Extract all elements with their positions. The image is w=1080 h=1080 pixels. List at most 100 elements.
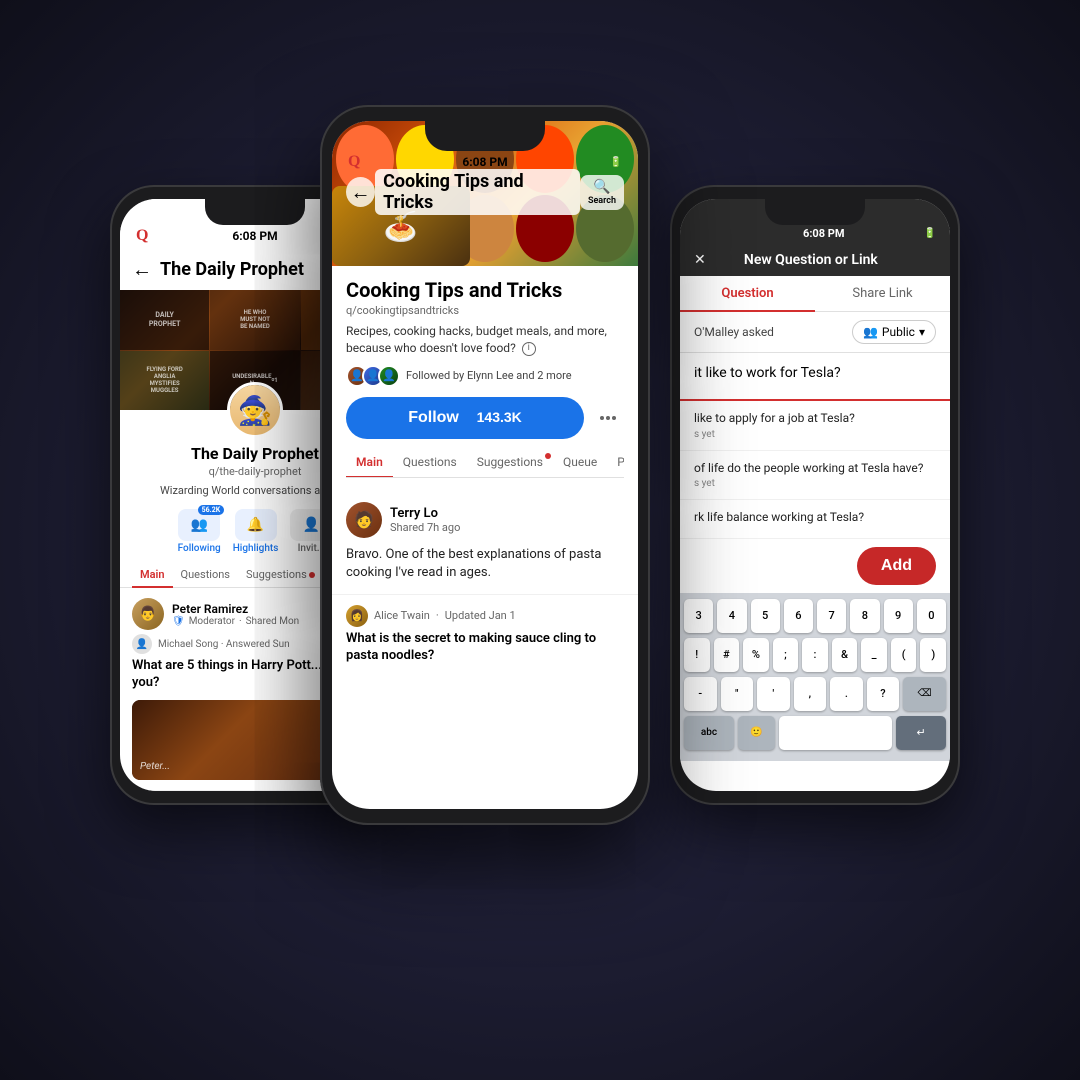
- shield-icon: 🛡: [172, 616, 185, 627]
- status-bar-center: Q 6:08 PM 🔋: [332, 121, 638, 175]
- key-amp[interactable]: &: [832, 638, 858, 672]
- search-button-center[interactable]: 🔍 Search: [580, 175, 624, 210]
- back-button-left[interactable]: ←: [132, 257, 152, 282]
- info-icon[interactable]: i: [522, 342, 536, 356]
- time-center: 6:08 PM: [462, 155, 507, 169]
- dot-separator: ·: [239, 616, 242, 627]
- peter-shared: Shared Mon: [246, 616, 300, 627]
- suggestions-dot: [309, 572, 315, 578]
- terry-avatar: 🧑: [346, 502, 382, 538]
- tab-suggestions-center[interactable]: Suggestions: [467, 447, 553, 477]
- terry-post-text: Bravo. One of the best explanations of p…: [346, 546, 624, 582]
- key-excl[interactable]: !: [684, 638, 710, 672]
- more-options-button[interactable]: [592, 408, 624, 428]
- dp-avatar-face: 🧙: [230, 385, 280, 435]
- peter-avatar: 👨: [132, 598, 164, 630]
- suggestion-2-meta: s yet: [694, 478, 936, 489]
- status-icons-right: 🔋: [924, 228, 936, 239]
- cover-cell-2: HE WHOMUST NOTBE NAMED: [210, 290, 299, 350]
- key-semi[interactable]: ;: [773, 638, 799, 672]
- space-key[interactable]: [779, 716, 892, 750]
- key-row-2: ! # % ; : & _ ( ): [684, 638, 946, 672]
- key-hash[interactable]: #: [714, 638, 740, 672]
- tab-main-left[interactable]: Main: [132, 562, 173, 587]
- key-under[interactable]: _: [861, 638, 887, 672]
- screen-center: Q 6:08 PM 🔋: [332, 121, 638, 809]
- key-9[interactable]: 9: [884, 599, 913, 633]
- people-icon: 👥: [863, 325, 878, 339]
- suggestion-3[interactable]: rk life balance working at Tesla?: [680, 500, 950, 539]
- ct-tabs: Main Questions Suggestions Queue People …: [346, 447, 624, 478]
- audience-selector[interactable]: 👥 Public ▾: [852, 320, 936, 344]
- ct-post-2: 👩 Alice Twain · Updated Jan 1 What is th…: [332, 595, 638, 675]
- tab-suggestions-left[interactable]: Suggestions: [238, 562, 323, 587]
- key-dquote[interactable]: ": [721, 677, 754, 711]
- phones-container: Q 6:08 PM 🔋 ← The Daily Prophet DAILYPRO…: [90, 65, 990, 1015]
- nq-asked-row: O'Malley asked 👥 Public ▾: [680, 312, 950, 353]
- time-left: 6:08 PM: [232, 229, 277, 243]
- key-rparen[interactable]: ): [920, 638, 946, 672]
- tab-questions-center[interactable]: Questions: [393, 447, 467, 477]
- key-question[interactable]: ?: [867, 677, 900, 711]
- michael-name: Michael Song: [158, 639, 218, 650]
- screen-right: 6:08 PM 🔋 ✕ New Question or Link Questio…: [680, 199, 950, 791]
- back-button-center[interactable]: ←: [346, 177, 375, 207]
- asked-by-text: O'Malley asked: [694, 325, 774, 339]
- abc-key[interactable]: abc: [684, 716, 734, 750]
- key-4[interactable]: 4: [717, 599, 746, 633]
- phone-center: Q 6:08 PM 🔋: [320, 105, 650, 825]
- key-0[interactable]: 0: [917, 599, 946, 633]
- return-key[interactable]: ↵: [896, 716, 946, 750]
- back-icon-center: ←: [351, 180, 371, 205]
- backspace-key[interactable]: ⌫: [903, 677, 946, 711]
- alice-updated: Updated Jan 1: [445, 609, 516, 622]
- ct-post-1: 🧑 Terry Lo Shared 7h ago Bravo. One of t…: [332, 490, 638, 595]
- terry-meta: Terry Lo Shared 7h ago: [390, 506, 460, 534]
- tab-queue-center[interactable]: Queue: [553, 447, 607, 477]
- tab-questions-left[interactable]: Questions: [173, 562, 238, 587]
- key-3[interactable]: 3: [684, 599, 713, 633]
- tab-main-center[interactable]: Main: [346, 447, 393, 477]
- close-button-right[interactable]: ✕: [694, 252, 706, 268]
- suggestion-2[interactable]: of life do the people working at Tesla h…: [680, 451, 950, 501]
- add-button[interactable]: Add: [857, 547, 936, 585]
- key-7[interactable]: 7: [817, 599, 846, 633]
- suggestions-tab-dot: [545, 453, 551, 459]
- key-period[interactable]: .: [830, 677, 863, 711]
- follow-button[interactable]: Follow 143.3K: [346, 397, 584, 439]
- nq-header-title: New Question or Link: [706, 252, 916, 268]
- key-perc[interactable]: %: [743, 638, 769, 672]
- quora-logo-center: Q: [348, 153, 360, 171]
- key-8[interactable]: 8: [850, 599, 879, 633]
- ct-follow-row: Follow 143.3K: [346, 397, 624, 439]
- tab-question-right[interactable]: Question: [680, 276, 815, 311]
- key-lparen[interactable]: (: [891, 638, 917, 672]
- search-label-center: Search: [588, 196, 616, 206]
- key-5[interactable]: 5: [751, 599, 780, 633]
- keyboard: 3 4 5 6 7 8 9 0 ! # % ; : & _: [680, 593, 950, 761]
- dot-sep: ·: [436, 609, 439, 622]
- key-dash[interactable]: -: [684, 677, 717, 711]
- key-6[interactable]: 6: [784, 599, 813, 633]
- battery-icon-center: 🔋: [610, 157, 622, 168]
- highlights-button[interactable]: 🔔 Highlights: [233, 509, 279, 554]
- following-icon: 👥 56.2K: [178, 509, 220, 541]
- suggestion-1-meta: s yet: [694, 429, 936, 440]
- phone-right: 6:08 PM 🔋 ✕ New Question or Link Questio…: [670, 185, 960, 805]
- alice-question[interactable]: What is the secret to making sauce cling…: [346, 631, 624, 665]
- emoji-key[interactable]: 🙂: [738, 716, 775, 750]
- ct-description: Recipes, cooking hacks, budget meals, an…: [346, 323, 624, 357]
- question-input[interactable]: it like to work for Tesla?: [680, 353, 950, 401]
- tab-share-link-right[interactable]: Share Link: [815, 276, 950, 311]
- key-row-3: - " ' , . ? ⌫: [684, 677, 946, 711]
- answered-when: Answered Sun: [226, 639, 290, 650]
- battery-icon-right: 🔋: [924, 228, 936, 239]
- quora-logo-left: Q: [136, 227, 148, 245]
- key-comma[interactable]: ,: [794, 677, 827, 711]
- key-squote[interactable]: ': [757, 677, 790, 711]
- suggestion-1[interactable]: like to apply for a job at Tesla? s yet: [680, 401, 950, 451]
- key-colon[interactable]: :: [802, 638, 828, 672]
- tab-people-center[interactable]: People: [607, 447, 624, 477]
- terry-name: Terry Lo: [390, 506, 460, 521]
- following-button[interactable]: 👥 56.2K Following: [178, 509, 221, 554]
